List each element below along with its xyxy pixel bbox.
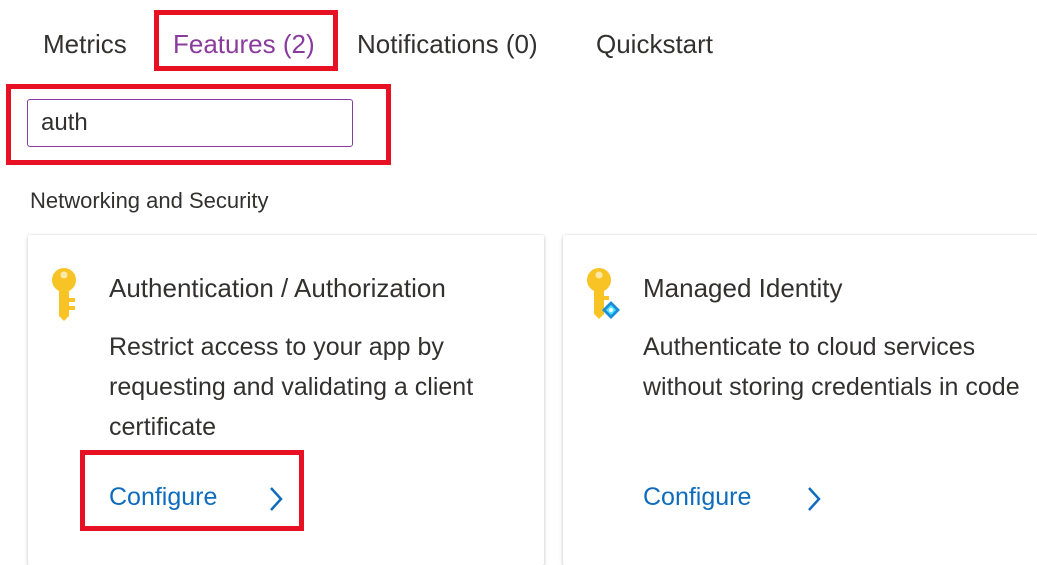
- feature-card-managed-identity: Managed Identity Authenticate to cloud s…: [563, 235, 1037, 565]
- card-description: Authenticate to cloud services without s…: [643, 333, 1020, 401]
- features-tab-highlight: [154, 10, 338, 71]
- card-title: Authentication / Authorization: [109, 273, 446, 303]
- configure-highlight: [80, 450, 304, 531]
- search-highlight: [6, 84, 391, 165]
- tab-notifications[interactable]: Notifications (0): [357, 26, 538, 62]
- key-icon: [52, 268, 76, 321]
- tab-metrics[interactable]: Metrics: [43, 26, 127, 62]
- card-title: Managed Identity: [643, 273, 843, 303]
- card-description: Restrict access to your app by requestin…: [109, 333, 474, 441]
- section-title: Networking and Security: [30, 188, 269, 213]
- managed-identity-icon: [587, 268, 620, 319]
- configure-link[interactable]: Configure: [643, 480, 751, 514]
- chevron-right-icon[interactable]: [806, 485, 822, 513]
- tab-quickstart[interactable]: Quickstart: [596, 26, 713, 62]
